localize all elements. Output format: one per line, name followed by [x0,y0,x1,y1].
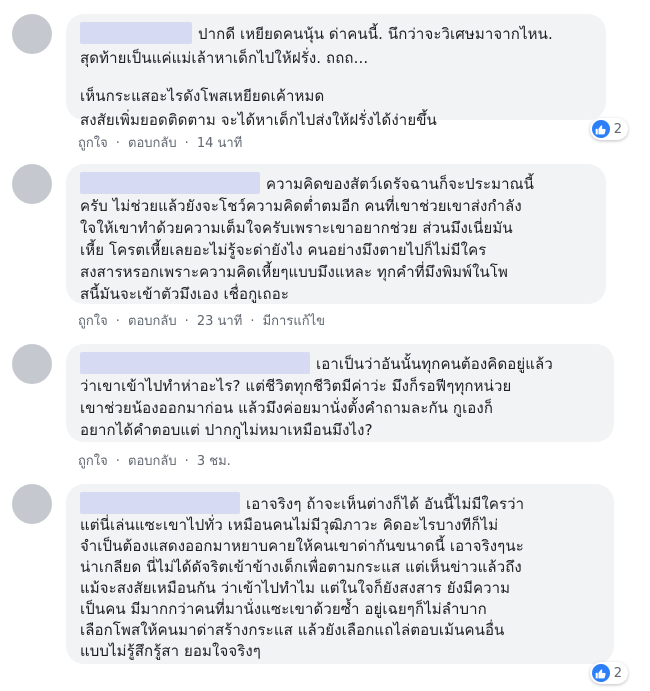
comment-text-line: แต่นี่เล่นแซะเขาไปทั่ว เหมือนคนไม่มีวุฒิ… [80,516,499,534]
comment-bubble: ความคิดของสัตว์เดรัจฉานก็จะประมาณนี้ ครั… [66,164,606,304]
timestamp[interactable]: 3 ชม. [197,454,231,469]
redacted-author-name[interactable] [80,352,310,374]
timestamp[interactable]: 14 นาที [197,136,242,151]
comment-text-line: อยากได้คำตอบแต่ ปากกูไม่หมาเหมือนมึงไง? [80,421,373,439]
comment-text-line: ครับ ไม่ช่วยแล้วยังจะโชว์ความคิดต่ำตมอีก… [80,197,522,215]
comment-bubble: เอาจริงๆ ถ้าจะเห็นต่างก็ได้ อันนี้ไม่มีใ… [66,484,614,664]
reply-link[interactable]: ตอบกลับ [128,314,177,329]
comment-actions: ถูกใจ · ตอบกลับ · 23 นาที · มีการแก้ไข [78,314,325,329]
comment-text-line: ใจให้เขาทำด้วยความเต็มใจครับเพราะเขาอยาก… [80,219,513,237]
reply-link[interactable]: ตอบกลับ [128,454,177,469]
redacted-author-name[interactable] [80,22,192,44]
like-link[interactable]: ถูกใจ [78,454,108,469]
comment-text-line: เอาจริงๆ ถ้าจะเห็นต่างก็ได้ อันนี้ไม่มีใ… [246,495,525,513]
like-link[interactable]: ถูกใจ [78,136,108,151]
comment-text-line: เหี้ย โครตเหี้ยเลยอะไม่รู้จะด่ายังไง คนอ… [80,241,487,259]
like-link[interactable]: ถูกใจ [78,314,108,329]
comment-text-line: แบบไม่รู้สึกรู้สา ยอมใจจริงๆ [80,642,261,660]
avatar[interactable] [12,164,52,204]
redacted-author-name[interactable] [80,492,240,514]
reply-link[interactable]: ตอบกลับ [128,136,177,151]
redacted-author-name[interactable] [80,172,260,194]
comment-text-line: เห็นกระแสอะไรดังโพสเหยียดเค้าหมด [80,87,325,105]
comment-text-line: สงสัยเพิ่มยอดติดตาม จะได้หาเด็กไปส่งให้ฝ… [80,111,437,129]
comment-bubble: ปากดี เหยียดคนนุ้น ด่าคนนี้. นึกว่าจะวิเ… [66,14,606,129]
reaction-count-text: 2 [613,121,622,137]
comment-text-line: น่าเกลียด นี่ไม่ได้ดัจริตเข้าข้างเด็กเพื… [80,558,522,576]
avatar[interactable] [12,14,52,54]
comment-text-line: สงสารหรอกเพราะความคิดเหี้ยๆแบบมึงแหละ ทุ… [80,263,509,281]
comment-text-line: สนี้มันจะเข้าตัวมึงเอง เชื่อกูเถอะ [80,285,289,303]
like-icon [591,664,610,682]
comment-text-line: ปากดี เหยียดคนนุ้น ด่าคนนี้. นึกว่าจะวิเ… [198,25,553,43]
reaction-count[interactable]: 2 [589,118,628,140]
comment-text-line: เอาเป็นว่าอันนั้นทุกคนต้องคิดอยู่แล้ว [316,355,553,373]
edited-link[interactable]: มีการแก้ไข [263,314,325,329]
comment-actions: ถูกใจ · ตอบกลับ · 3 ชม. [78,454,231,469]
comment-text-line: แม้จะสงสัยเหมือนกัน ว่าเข้าไปทำไม แต่ในใ… [80,579,511,597]
avatar[interactable] [12,484,52,524]
comment-text-line: เขาช่วยน้องออกมาก่อน แล้วมึงค่อยมานั่งตั… [80,399,494,417]
like-icon [591,120,610,138]
timestamp[interactable]: 23 นาที [197,314,242,329]
comment-text-line: ความคิดของสัตว์เดรัจฉานก็จะประมาณนี้ [266,175,534,193]
reaction-count-text: 2 [613,665,622,681]
comment-text-line: ว่าเขาเข้าไปทำห่าอะไร? แต่ชีวิตทุกชีวิตม… [80,377,512,395]
comment-actions: ถูกใจ · ตอบกลับ · 14 นาที [78,136,243,151]
comment-text-line: จำเป็นต้องแสดงออกมาหยาบคายให้คนเขาด่ากัน… [80,537,524,555]
comment-text-line: สุดท้ายเป็นแค่แม่เล้าหาเด็กไปให้ฝรั่ง. ถ… [80,49,369,67]
comment-text-line: เป็นคน มีมากกว่าคนที่มานั่งแซะเขาด้วยซ้ำ… [80,600,487,618]
reaction-count[interactable]: 2 [589,662,628,684]
avatar[interactable] [12,344,52,384]
comment-text-line: เลือกโพสให้คนมาด่าสร้างกระแส แล้วยังเลือ… [80,621,505,639]
comment-bubble: เอาเป็นว่าอันนั้นทุกคนต้องคิดอยู่แล้ว ว่… [66,344,614,442]
